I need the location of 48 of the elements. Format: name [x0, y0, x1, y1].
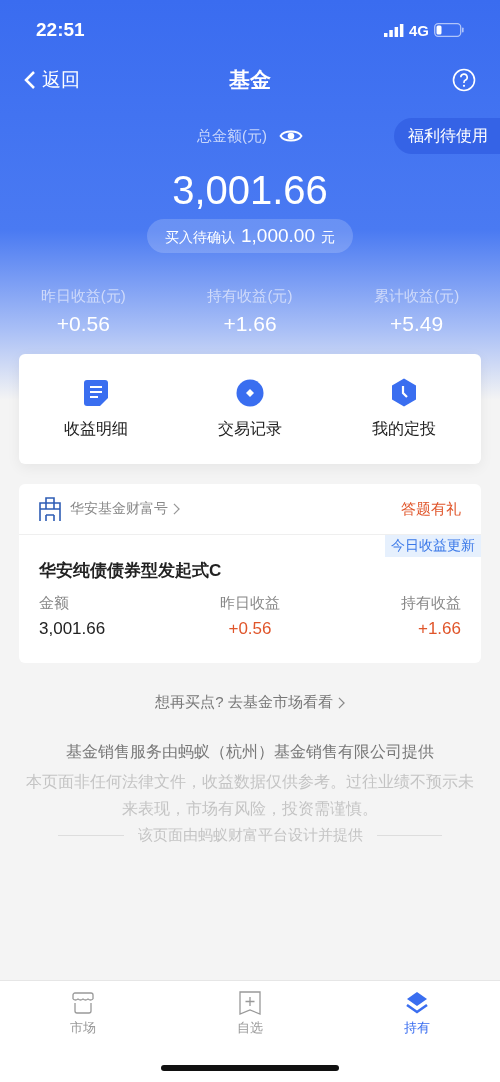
pending-label: 买入待确认 — [165, 229, 235, 247]
clock-icon — [391, 378, 417, 407]
chevron-left-icon — [24, 70, 36, 90]
clock-time: 22:51 — [36, 19, 85, 41]
stat-label: 累计收益(元) — [374, 287, 460, 306]
document-icon — [83, 378, 109, 407]
provider-notice: 基金销售服务由蚂蚁（杭州）基金销售有限公司提供 — [65, 742, 435, 762]
back-link[interactable]: 返回 — [24, 67, 229, 93]
quiz-link[interactable]: 答题有礼 — [401, 499, 461, 519]
chevron-icon[interactable] — [337, 696, 345, 709]
total-amount: 3,001.66 — [171, 167, 329, 213]
page-title: 基金 — [229, 67, 271, 93]
field-value: 3,001.66 — [39, 619, 107, 639]
market-link[interactable]: 想再买点? 去基金市场看看 — [155, 693, 345, 712]
field-value: +0.56 — [228, 619, 272, 639]
bookmark-plus-icon — [239, 991, 261, 1015]
fund-name: 华安纯债债券型发起式C — [38, 560, 223, 582]
total-label: 总金额(元) — [197, 126, 267, 146]
field-label: 金额 — [39, 594, 70, 613]
layers-icon — [404, 991, 429, 1015]
stat-value: +5.49 — [390, 312, 444, 336]
stat-value: +0.56 — [56, 312, 110, 336]
tab[interactable]: 市场 — [0, 991, 167, 1037]
shortcut-button[interactable]: 我的定投 — [327, 354, 481, 464]
stat-label: 昨日收益(元) — [40, 287, 126, 306]
eye-icon[interactable] — [279, 128, 303, 144]
provider-link[interactable]: 华安基金财富号 — [70, 500, 180, 518]
field-value: +1.66 — [418, 619, 461, 639]
store-icon — [71, 991, 96, 1015]
coin-icon — [236, 378, 264, 407]
battery-icon — [434, 23, 464, 37]
tab[interactable]: 自选 — [166, 991, 334, 1037]
currency-unit: 元 — [321, 229, 335, 247]
field-label: 昨日收益 — [220, 594, 280, 613]
stat-label: 持有收益(元) — [207, 287, 293, 306]
pending-amount: 1,000.00 — [241, 225, 315, 247]
shortcut-button[interactable]: 交易记录 — [173, 354, 327, 464]
field-label: 持有收益 — [401, 594, 461, 613]
building-icon — [38, 497, 62, 521]
network-type: 4G — [409, 21, 429, 39]
stat-value: +1.66 — [223, 312, 277, 336]
signal-icon — [384, 23, 404, 37]
chevron-icon[interactable] — [173, 503, 180, 515]
benefit-badge[interactable]: 福利待使用 — [394, 118, 500, 154]
tab[interactable]: 持有 — [333, 991, 500, 1037]
update-tag: 今日收益更新 — [385, 535, 481, 557]
help-icon[interactable] — [452, 68, 476, 92]
shortcut-button[interactable]: 收益明细 — [19, 354, 173, 464]
